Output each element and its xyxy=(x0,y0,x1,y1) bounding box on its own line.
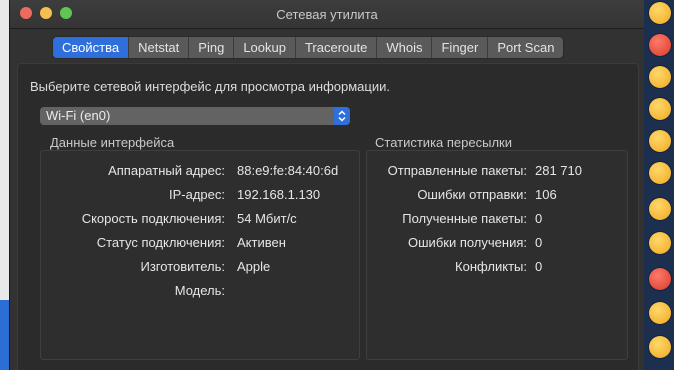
emoji-icon[interactable] xyxy=(649,2,671,24)
title-bar[interactable]: Сетевая утилита xyxy=(10,0,644,29)
window-title: Сетевая утилита xyxy=(276,7,378,22)
emoji-icon[interactable] xyxy=(649,302,671,324)
stats-group-title: Статистика пересылки xyxy=(375,135,512,150)
hardware-address-value: 88:e9:fe:84:40:6d xyxy=(237,163,339,178)
vendor-label: Изготовитель: xyxy=(140,259,226,274)
ip-address-value: 192.168.1.130 xyxy=(237,187,321,202)
model-label: Модель: xyxy=(174,283,225,298)
receive-errors-label: Ошибки получения: xyxy=(408,235,527,250)
emoji-icon[interactable] xyxy=(649,130,671,152)
emoji-icon[interactable] xyxy=(649,66,671,88)
tab-lookup[interactable]: Lookup xyxy=(234,37,296,58)
link-speed-label: Скорость подключения: xyxy=(81,211,225,226)
collisions-value: 0 xyxy=(535,259,543,274)
send-errors-value: 106 xyxy=(535,187,557,202)
ip-address-label: IP-адрес: xyxy=(169,187,225,202)
packets-sent-value: 281 710 xyxy=(535,163,582,178)
tab-finger[interactable]: Finger xyxy=(432,37,489,58)
tab-netstat[interactable]: Netstat xyxy=(129,37,190,58)
emoji-icon[interactable] xyxy=(649,34,671,56)
emoji-icon[interactable] xyxy=(649,268,671,290)
send-errors-label: Ошибки отправки: xyxy=(417,187,527,202)
interface-group-title: Данные интерфейса xyxy=(50,135,175,150)
tab-info[interactable]: Свойства xyxy=(53,37,130,58)
link-speed-value: 54 Мбит/с xyxy=(237,211,297,226)
packets-received-label: Полученные пакеты: xyxy=(402,211,527,226)
collisions-label: Конфликты: xyxy=(455,259,527,274)
desktop-blue-element xyxy=(0,300,9,370)
vendor-value: Apple xyxy=(237,259,271,274)
receive-errors-value: 0 xyxy=(535,235,543,250)
interface-group: Аппаратный адрес: 88:e9:fe:84:40:6d IP-а… xyxy=(40,150,360,360)
desktop-right-edge xyxy=(643,0,674,370)
tab-ping[interactable]: Ping xyxy=(189,37,235,58)
instruction-text: Выберите сетевой интерфейс для просмотра… xyxy=(30,79,390,94)
tab-port-scan[interactable]: Port Scan xyxy=(488,37,563,58)
emoji-icon[interactable] xyxy=(649,198,671,220)
emoji-icon[interactable] xyxy=(649,162,671,184)
network-utility-window: Сетевая утилита Свойства Netstat Ping Lo… xyxy=(9,0,644,370)
interface-select-value: Wi-Fi (en0) xyxy=(46,108,111,123)
info-panel: Выберите сетевой интерфейс для просмотра… xyxy=(17,63,639,370)
interface-select[interactable]: Wi-Fi (en0) xyxy=(40,107,350,125)
link-status-value: Активен xyxy=(237,235,286,250)
tab-traceroute[interactable]: Traceroute xyxy=(296,37,378,58)
packets-received-value: 0 xyxy=(535,211,543,226)
chevron-up-down-icon xyxy=(334,107,350,125)
tab-whois[interactable]: Whois xyxy=(377,37,433,58)
link-status-label: Статус подключения: xyxy=(96,235,225,250)
hardware-address-label: Аппаратный адрес: xyxy=(108,163,225,178)
stats-group: Отправленные пакеты: 281 710 Ошибки отпр… xyxy=(366,150,628,360)
emoji-icon[interactable] xyxy=(649,232,671,254)
desktop-left-edge xyxy=(0,0,9,370)
tab-bar: Свойства Netstat Ping Lookup Traceroute … xyxy=(52,36,565,59)
packets-sent-label: Отправленные пакеты: xyxy=(387,163,527,178)
emoji-icon[interactable] xyxy=(649,98,671,120)
emoji-icon[interactable] xyxy=(649,336,671,358)
